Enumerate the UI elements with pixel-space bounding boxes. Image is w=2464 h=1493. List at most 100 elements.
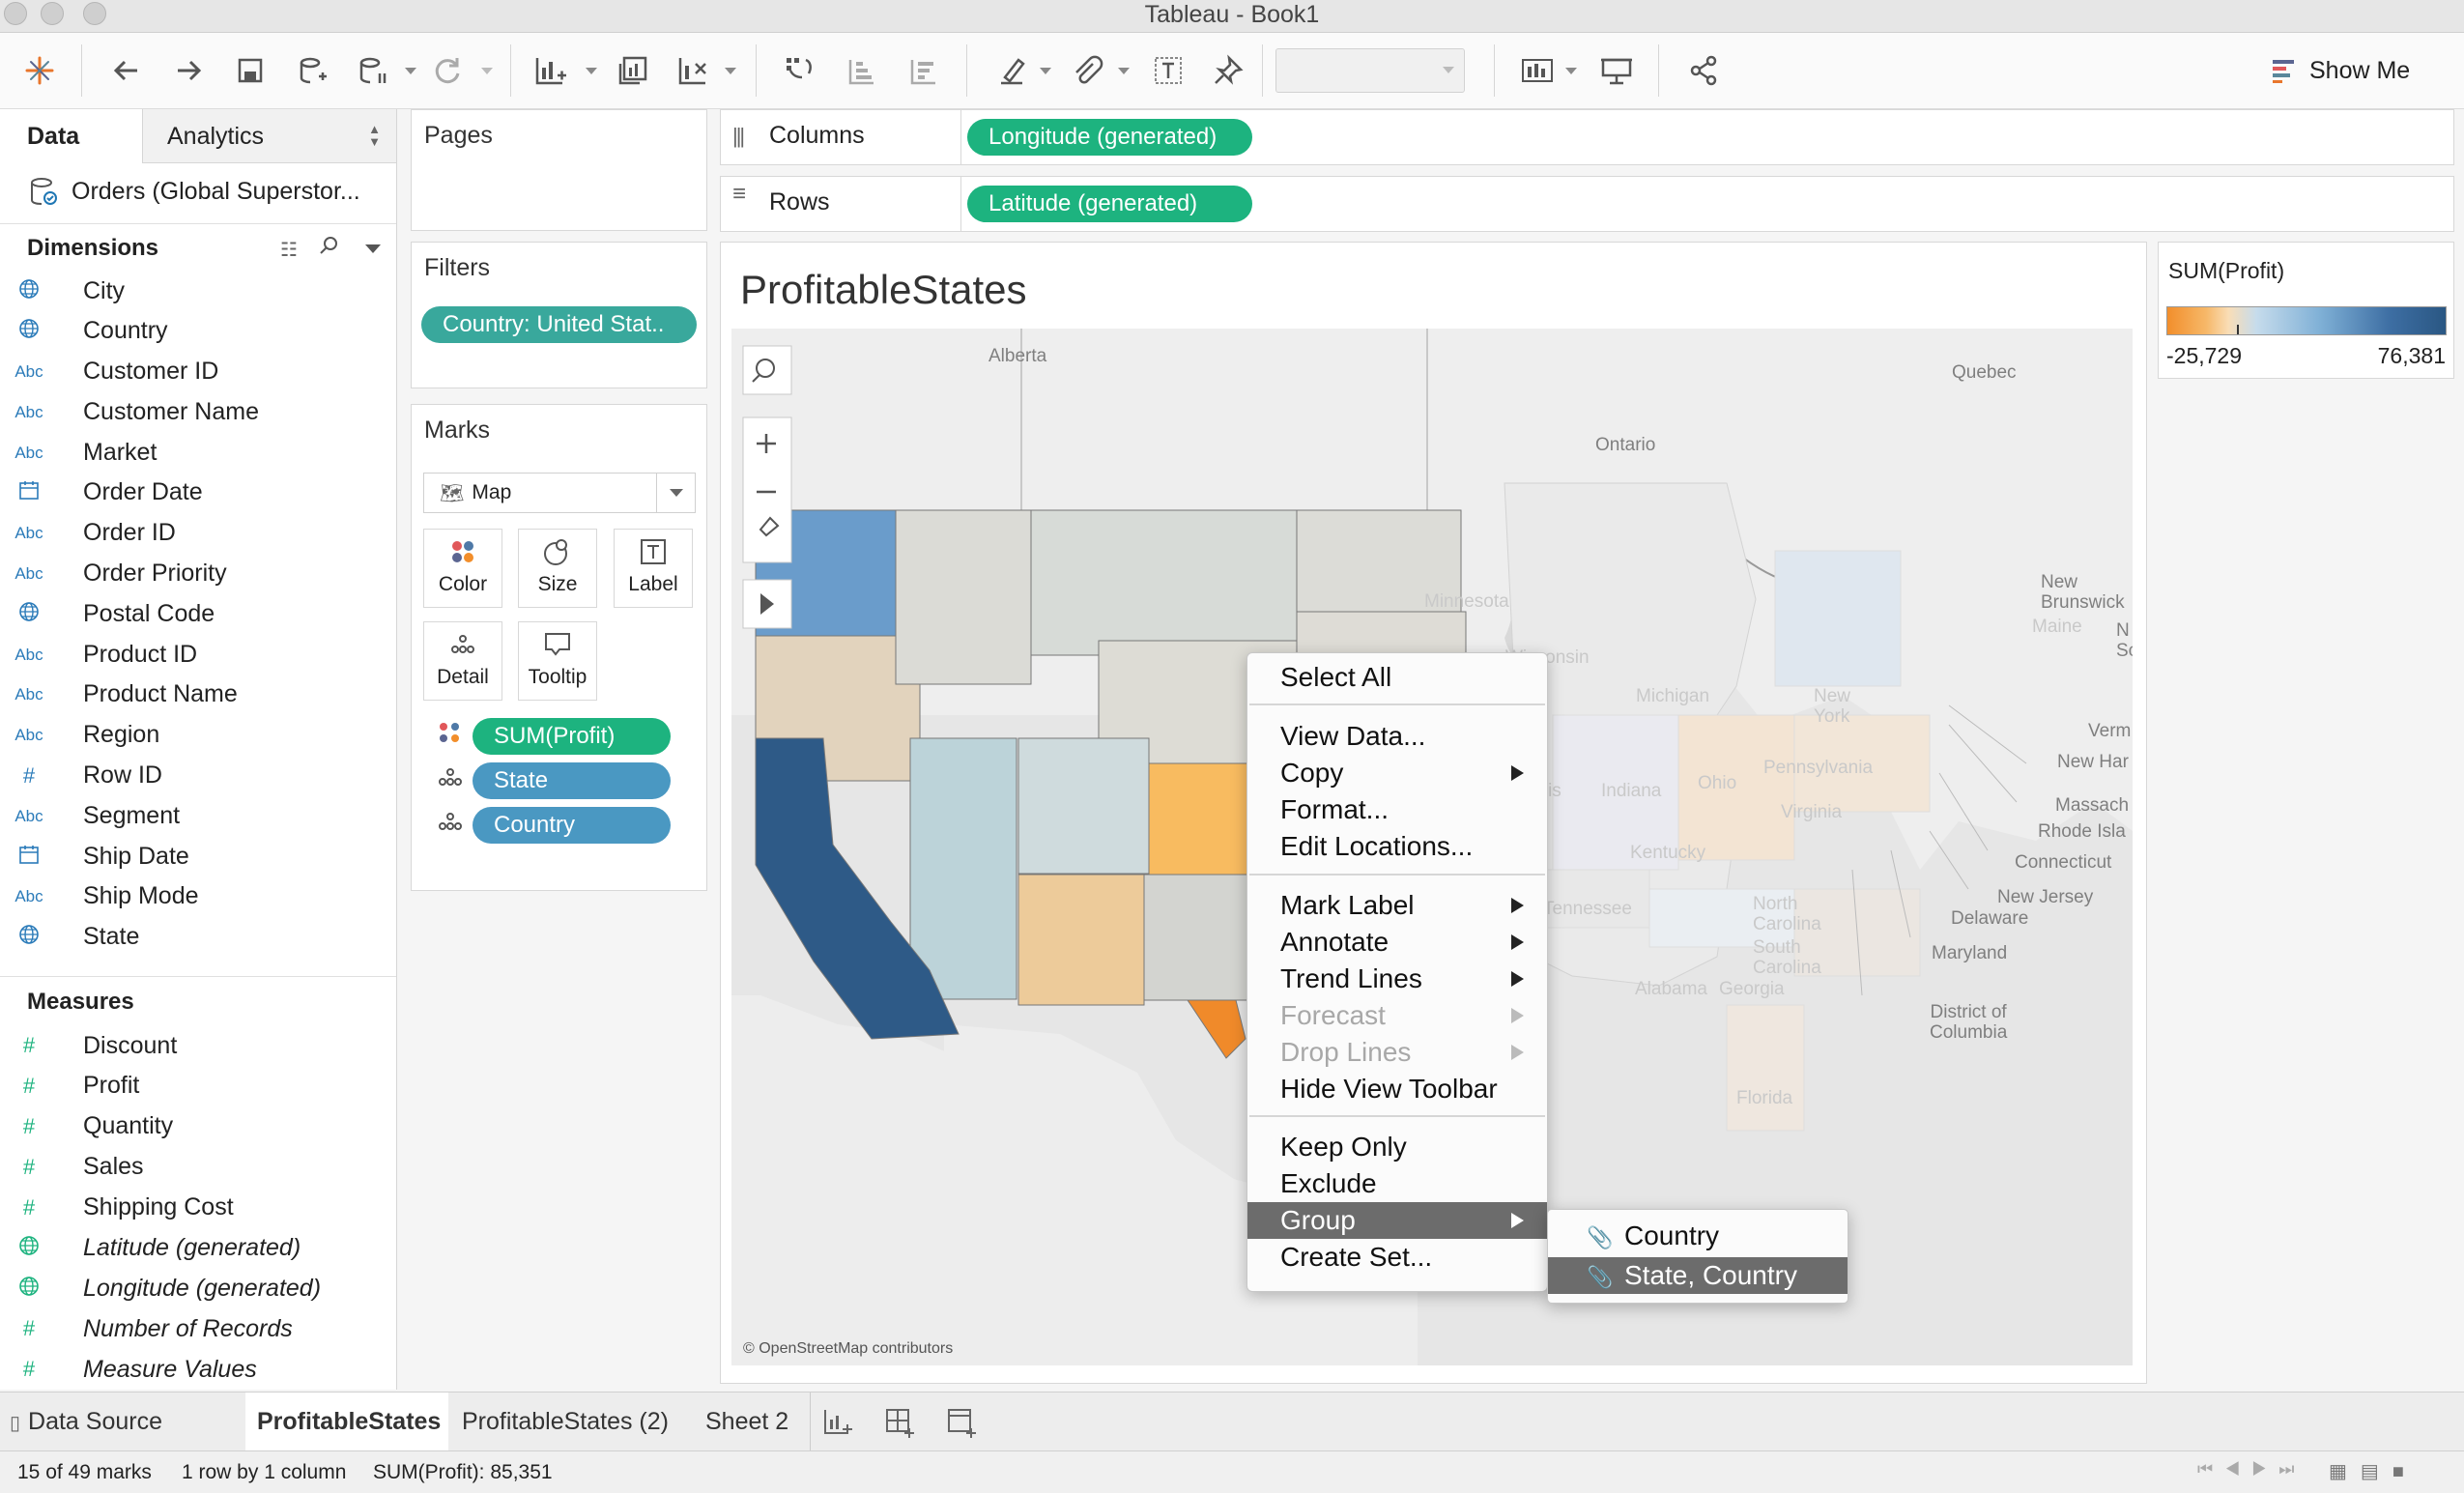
dimension-field[interactable]: Country [0, 312, 168, 351]
menu-item-mark-label[interactable]: Mark Label [1247, 887, 1547, 924]
dimension-field[interactable]: Abc Customer Name [0, 392, 259, 431]
mark-type-dropdown[interactable]: 🗺 Map [423, 473, 696, 513]
sheet-tab-profitablestates-2[interactable]: ProfitableStates (2) [450, 1393, 680, 1450]
pause-updates-icon[interactable] [352, 50, 392, 91]
dimension-field[interactable]: Abc Customer ID [0, 353, 218, 391]
label-button[interactable]: Label [614, 529, 693, 608]
sheet-navigation-icons[interactable]: ⏮◀▶⏭ [2197, 1459, 2306, 1479]
submenu-item-state-country[interactable]: 📎 State, Country [1548, 1257, 1848, 1294]
forward-icon[interactable] [168, 50, 209, 91]
columns-shelf[interactable]: ||| Columns Longitude (generated) [720, 109, 2454, 165]
dimension-field[interactable]: Ship Date [0, 837, 189, 876]
menu-item-edit-locations[interactable]: Edit Locations... [1247, 828, 1547, 865]
map-label-alberta: Alberta [988, 346, 1047, 366]
measure-field[interactable]: # Shipping Cost [0, 1189, 234, 1227]
menu-item-select-all[interactable]: Select All [1247, 659, 1547, 696]
group-paperclip-icon[interactable] [1067, 50, 1107, 91]
measure-field[interactable]: # Quantity [0, 1107, 173, 1146]
color-legend[interactable]: SUM(Profit) -25,729 76,381 [2158, 242, 2454, 379]
presentation-toggle-cards-icon[interactable] [1517, 50, 1558, 91]
measure-field[interactable]: # Measure Values [0, 1350, 257, 1389]
measure-field[interactable]: # Discount [0, 1026, 177, 1065]
menu-item-label: View Data... [1280, 721, 1426, 751]
measure-field[interactable]: # Sales [0, 1148, 144, 1187]
sheet-tab-profitablestates[interactable]: ProfitableStates [245, 1393, 448, 1450]
new-worksheet-icon[interactable] [530, 50, 570, 91]
tab-data-source[interactable]: ▯ Data Source [0, 1393, 174, 1450]
filter-pill-country[interactable]: Country: United Stat.. [421, 306, 697, 343]
dimension-field[interactable]: Abc Product ID [0, 635, 197, 674]
presentation-mode-icon[interactable] [1596, 50, 1637, 91]
rows-pill-latitude[interactable]: Latitude (generated) [967, 186, 1252, 222]
dimension-field[interactable]: City [0, 272, 125, 310]
measure-field[interactable]: Longitude (generated) [0, 1269, 321, 1307]
measure-field[interactable]: # Number of Records [0, 1309, 293, 1348]
menu-item-trend-lines[interactable]: Trend Lines [1247, 961, 1547, 997]
menu-item-view-data[interactable]: View Data... [1247, 718, 1547, 755]
clear-sheet-icon[interactable] [673, 50, 713, 91]
sort-ascending-icon[interactable] [841, 50, 881, 91]
tab-analytics[interactable]: Analytics ▲ ▼ [143, 109, 396, 162]
dimension-field[interactable]: Abc Order ID [0, 514, 176, 553]
map-label-florida: Florida [1736, 1088, 1793, 1108]
dimension-field[interactable]: Abc Segment [0, 796, 180, 835]
dimension-field[interactable]: Abc Product Name [0, 675, 237, 714]
submenu-item-country[interactable]: 📎 Country [1548, 1218, 1848, 1254]
fix-axes-pin-icon[interactable] [1208, 50, 1248, 91]
calendar-icon [0, 479, 58, 505]
dimension-field[interactable]: Abc Region [0, 716, 159, 755]
marks-pill-state[interactable]: State [473, 762, 671, 799]
menu-item-group[interactable]: Group [1247, 1202, 1547, 1239]
dimension-field[interactable]: # Row ID [0, 757, 162, 795]
new-worksheet-icon[interactable] [821, 1406, 854, 1444]
sort-descending-icon[interactable] [903, 50, 943, 91]
menu-item-format[interactable]: Format... [1247, 791, 1547, 828]
detail-button[interactable]: Detail [423, 621, 502, 701]
menu-item-hide-view-toolbar[interactable]: Hide View Toolbar [1247, 1071, 1547, 1107]
dimension-field[interactable]: Postal Code [0, 594, 215, 633]
menu-item-copy[interactable]: Copy [1247, 755, 1547, 791]
search-icon[interactable] [319, 235, 340, 261]
save-icon[interactable] [230, 50, 271, 91]
highlight-icon[interactable] [991, 50, 1032, 91]
new-story-icon[interactable] [945, 1406, 978, 1444]
tab-data[interactable]: Data [0, 109, 143, 163]
dimensions-heading: Dimensions [27, 235, 159, 261]
rows-shelf[interactable]: ≡ Rows Latitude (generated) [720, 176, 2454, 232]
columns-pill-longitude[interactable]: Longitude (generated) [967, 119, 1252, 156]
menu-item-keep-only[interactable]: Keep Only [1247, 1129, 1547, 1165]
marks-pill-country[interactable]: Country [473, 807, 671, 844]
share-icon[interactable] [1683, 50, 1724, 91]
refresh-icon[interactable] [427, 50, 468, 91]
list-view-icon[interactable]: ☷ [280, 238, 298, 262]
sheet-tab-sheet-2[interactable]: Sheet 2 [694, 1393, 800, 1450]
measure-field[interactable]: # Profit [0, 1067, 139, 1105]
menu-item-exclude[interactable]: Exclude [1247, 1165, 1547, 1202]
new-dashboard-icon[interactable] [883, 1406, 916, 1444]
filters-shelf[interactable]: Filters Country: United Stat.. [411, 242, 707, 388]
sheet-view-mode-icons[interactable]: ▦▤■ [2329, 1459, 2418, 1483]
fit-dropdown[interactable] [1275, 48, 1465, 93]
color-button[interactable]: Color [423, 529, 502, 608]
back-icon[interactable] [106, 50, 147, 91]
tooltip-button[interactable]: Tooltip [518, 621, 597, 701]
new-datasource-icon[interactable] [292, 50, 332, 91]
dimension-field[interactable]: Abc Market [0, 433, 157, 472]
marks-pill-sum-profit[interactable]: SUM(Profit) [473, 718, 671, 755]
tableau-logo-icon[interactable] [19, 50, 60, 91]
pages-shelf[interactable]: Pages [411, 109, 707, 231]
dimension-field[interactable]: Abc Ship Mode [0, 877, 198, 916]
datasource-item[interactable]: Orders (Global Superstor... [29, 175, 360, 208]
dimensions-menu-icon[interactable] [365, 244, 381, 253]
size-button[interactable]: Size [518, 529, 597, 608]
swap-rows-columns-icon[interactable] [779, 50, 819, 91]
show-mark-labels-icon[interactable] [1148, 50, 1189, 91]
show-me-button[interactable]: Show Me [2271, 53, 2410, 88]
menu-item-create-set[interactable]: Create Set... [1247, 1239, 1547, 1276]
measure-field[interactable]: Latitude (generated) [0, 1229, 301, 1268]
dimension-field[interactable]: State [0, 918, 139, 957]
duplicate-sheet-icon[interactable] [613, 50, 653, 91]
dimension-field[interactable]: Abc Order Priority [0, 555, 226, 593]
dimension-field[interactable]: Order Date [0, 474, 203, 512]
menu-item-annotate[interactable]: Annotate [1247, 924, 1547, 961]
